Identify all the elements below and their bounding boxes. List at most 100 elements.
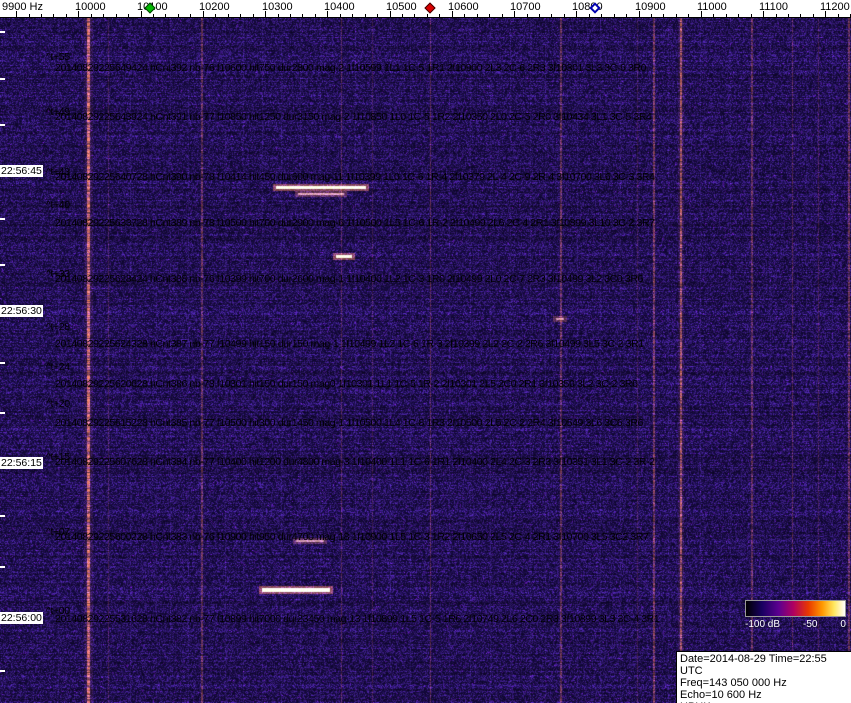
- ruler-tick: [502, 14, 503, 17]
- ruler-label: 10300: [262, 1, 293, 13]
- ruler-tick: [66, 14, 67, 17]
- ruler-tick: [377, 14, 378, 17]
- ruler-tick: [539, 14, 540, 17]
- detection-text: 20140829225600228 hCnt383 nb-76 f10900 h…: [55, 532, 648, 543]
- ruler-tick: [41, 14, 42, 17]
- ruler-label: 11000: [697, 1, 727, 13]
- ruler-tick: [128, 14, 129, 17]
- ruler-tick: [776, 14, 777, 17]
- detection-tag: ^t+24: [46, 362, 70, 373]
- ruler-tick: [788, 14, 789, 17]
- ruler-tick: [601, 14, 602, 17]
- ruler-label: 10600: [448, 1, 479, 13]
- info-box: Date=2014-08-29 Time=22:55 UTC Freq=143 …: [676, 651, 851, 703]
- ruler-tick: [676, 14, 677, 17]
- ruler-tick: [551, 14, 552, 17]
- ruler-label: 10900: [635, 1, 666, 13]
- detection-text: 20140829225649424 hCnt392 nb-76 f10600 h…: [55, 63, 646, 74]
- ruler-label: 10700: [510, 1, 541, 13]
- time-tick: [0, 78, 5, 80]
- ruler-tick: [651, 14, 652, 17]
- detection-text: 20140829225643924 hCnt391 nb-77 f10850 h…: [55, 112, 651, 123]
- ruler-tick: [302, 14, 303, 17]
- ruler-tick: [688, 14, 689, 17]
- ruler-tick: [352, 14, 353, 17]
- ruler-label: 10200: [199, 1, 230, 13]
- ruler-tick: [402, 14, 403, 17]
- time-tick: [0, 412, 5, 414]
- ruler-tick: [713, 14, 714, 17]
- ruler-tick: [626, 14, 627, 17]
- ruler-tick: [228, 14, 229, 17]
- ruler-tick: [663, 14, 664, 17]
- ruler-tick: [414, 14, 415, 17]
- detection-text: 20140829225633728 hCnt389 nb-78 f10500 h…: [55, 218, 655, 229]
- ruler-tick: [153, 14, 154, 17]
- time-tick: [0, 566, 5, 568]
- ruler-tick: [365, 14, 366, 17]
- ruler-tick: [439, 14, 440, 17]
- ruler-tick: [527, 14, 528, 17]
- ruler-tick: [589, 14, 590, 17]
- ruler-tick: [240, 14, 241, 17]
- colorbar-label-max: 0: [840, 619, 846, 630]
- ruler-tick: [91, 14, 92, 17]
- ruler-tick: [290, 14, 291, 17]
- ruler-tick: [614, 14, 615, 17]
- detection-tag: ^t+40: [46, 200, 70, 211]
- ruler-label: 10400: [324, 1, 355, 13]
- colorbar-label-mid: -50: [803, 619, 817, 630]
- ruler-tick: [427, 14, 428, 17]
- ruler-tick: [103, 14, 104, 17]
- ruler-tick: [726, 14, 727, 17]
- ruler-tick: [464, 14, 465, 17]
- ruler-tick: [838, 14, 839, 17]
- colorbar: -100 dB -50 0: [745, 600, 846, 630]
- ruler-tick: [813, 14, 814, 17]
- ruler-tick: [489, 14, 490, 17]
- frequency-ruler: 9900 Hz100001010010200103001040010500106…: [0, 0, 851, 18]
- info-date-time: Date=2014-08-29 Time=22:55 UTC: [680, 653, 850, 677]
- time-tick: [0, 218, 5, 220]
- ruler-tick: [178, 14, 179, 17]
- colorbar-labels: -100 dB -50 0: [745, 619, 846, 630]
- ruler-tick: [800, 14, 801, 17]
- ruler-tick: [190, 14, 191, 17]
- colorbar-label-min: -100 dB: [745, 619, 780, 630]
- ruler-label: 11200: [820, 1, 850, 13]
- time-label: 22:56:30: [0, 305, 43, 317]
- ruler-tick: [315, 14, 316, 17]
- ruler-tick: [738, 14, 739, 17]
- detection-text: 20140829225620628 hCnt386 nb-78 f10301 h…: [55, 379, 638, 390]
- detection-text: 20140829225640728 hCnt390 nb-78 f10414 h…: [55, 172, 655, 183]
- ruler-tick: [564, 14, 565, 17]
- ruler-tick: [340, 14, 341, 17]
- detection-text: 20140829225624328 hCnt387 nb-77 f10499 h…: [55, 339, 644, 350]
- time-tick: [0, 670, 5, 672]
- time-tick: [0, 31, 5, 33]
- detection-text: 20140829225531628 hCnt382 nb-77 f10899 h…: [55, 614, 659, 625]
- info-rx-frequency: Freq=143 050 000 Hz: [680, 677, 850, 689]
- marker-red-diamond: [424, 2, 435, 13]
- time-tick: [0, 264, 5, 266]
- time-label: 22:56:15: [0, 457, 43, 469]
- colorbar-gradient: [745, 600, 846, 617]
- time-label: 22:56:00: [0, 612, 43, 624]
- ruler-tick: [29, 14, 30, 17]
- spectrogram-plot: -100 dB -50 0 Date=2014-08-29 Time=22:55…: [0, 18, 851, 703]
- time-label: 22:56:45: [0, 165, 43, 177]
- ruler-label: 10000: [75, 1, 106, 13]
- detection-tag: ^t+28: [46, 322, 70, 333]
- time-tick: [0, 515, 5, 517]
- ruler-tick: [278, 14, 279, 17]
- detection-text: 20140829225607628 hCnt384 nb-77 f10400 h…: [55, 457, 655, 468]
- ruler-tick: [215, 14, 216, 17]
- info-echo-frequency: Echo=10 600 Hz: [680, 689, 850, 701]
- ruler-tick: [53, 14, 54, 17]
- detection-text: 20140829225628424 hCnt388 nb-76 f10399 h…: [55, 274, 643, 285]
- ruler-tick: [751, 14, 752, 17]
- time-tick: [0, 124, 5, 126]
- ruler-tick: [477, 14, 478, 17]
- meteor-spectrogram-screen: 9900 Hz100001010010200103001040010500106…: [0, 0, 851, 703]
- ruler-tick: [253, 14, 254, 17]
